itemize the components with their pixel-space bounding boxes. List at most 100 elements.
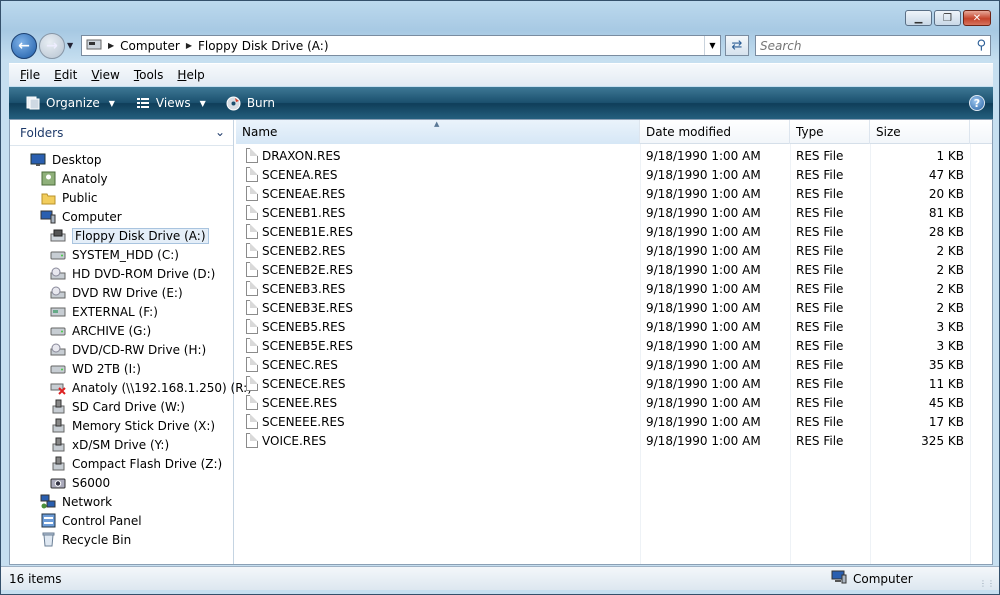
file-row[interactable]: SCENEB3E.RES 9/18/1990 1:00 AM RES File 2 K… [236,298,992,317]
file-icon [246,414,258,429]
search-input[interactable] [760,38,960,53]
user-folder-icon [40,171,56,187]
column-header-date-modified[interactable]: Date modified [640,120,790,144]
breadcrumb-computer[interactable]: Computer [120,39,180,53]
file-size-cell: 2 KB [936,243,964,258]
maximize-button[interactable]: ❐ [934,10,961,26]
views-button[interactable]: Views ▼ [127,92,214,114]
tree-item[interactable]: EXTERNAL (F:) [10,302,233,321]
external-drive-icon [50,304,66,320]
menu-tools[interactable]: Tools [129,66,169,84]
back-button[interactable]: ← [11,33,37,59]
file-name: SCENEA.RES [262,167,338,182]
status-bar: 16 items Computer ⋮⋮ [1,566,999,590]
tree-item[interactable]: DVD/CD-RW Drive (H:) [10,340,233,359]
tree-item[interactable]: SYSTEM_HDD (C:) [10,245,233,264]
tree-item[interactable]: WD 2TB (I:) [10,359,233,378]
recent-pages-dropdown[interactable]: ▼ [67,41,73,50]
tree-item-label: SYSTEM_HDD (C:) [72,247,179,262]
folders-header[interactable]: Folders ⌄ [10,120,233,146]
file-type-cell: RES File [796,186,844,201]
file-row[interactable]: SCENEB5E.RES 9/18/1990 1:00 AM RES File 3 K… [236,336,992,355]
file-row[interactable]: SCENEA.RES 9/18/1990 1:00 AM RES File 47 KB [236,165,992,184]
tree-item[interactable]: Memory Stick Drive (X:) [10,416,233,435]
file-row[interactable]: SCENEB2.RES 9/18/1990 1:00 AM RES File 2 KB [236,241,992,260]
file-row[interactable]: SCENEB3.RES 9/18/1990 1:00 AM RES File 2 KB [236,279,992,298]
tree-item[interactable]: DVD RW Drive (E:) [10,283,233,302]
address-bar[interactable]: ▶ Computer ▶ Floppy Disk Drive (A:) ▼ [81,35,721,56]
file-row[interactable]: SCENEEE.RES 9/18/1990 1:00 AM RES File 17 K… [236,412,992,431]
chevron-down-icon: ▼ [199,98,206,108]
breadcrumb-floppy[interactable]: Floppy Disk Drive (A:) [198,39,329,53]
close-button[interactable]: ✕ [963,10,991,26]
burn-button[interactable]: Burn [218,92,283,114]
control-panel-icon [40,513,56,529]
folder-icon [40,190,56,206]
file-row[interactable]: SCENEAE.RES 9/18/1990 1:00 AM RES File 20 K… [236,184,992,203]
tree-item[interactable]: Anatoly [10,169,233,188]
resize-grip-icon[interactable]: ⋮⋮ [979,579,995,588]
tree-item[interactable]: ARCHIVE (G:) [10,321,233,340]
file-name-cell: SCENEB3.RES [236,281,640,296]
file-name-cell: SCENEEE.RES [236,414,640,429]
tree-item[interactable]: xD/SM Drive (Y:) [10,435,233,454]
menu-edit[interactable]: Edit [49,66,82,84]
file-type-cell: RES File [796,281,844,296]
file-row[interactable]: VOICE.RES 9/18/1990 1:00 AM RES File 325 KB [236,431,992,450]
menu-view[interactable]: View [86,66,124,84]
forward-button[interactable]: → [39,33,65,59]
menu-file[interactable]: File [15,66,45,84]
breadcrumb-separator-icon[interactable]: ▶ [186,41,192,50]
tree-item-label: DVD/CD-RW Drive (H:) [72,342,207,357]
refresh-button[interactable]: ⇄ [725,35,749,56]
content-area: Folders ⌄ Desktop Anatoly Public Computer Fl… [9,119,993,565]
tree-item[interactable]: Public [10,188,233,207]
tree-item[interactable]: Control Panel [10,511,233,530]
file-row[interactable]: SCENEB5.RES 9/18/1990 1:00 AM RES File 3 KB [236,317,992,336]
search-box: ⚲ [755,35,991,56]
search-icon[interactable]: ⚲ [976,38,986,53]
help-icon[interactable]: ? [969,95,985,111]
chevron-down-icon[interactable]: ⌄ [215,125,225,139]
tree-item[interactable]: HD DVD-ROM Drive (D:) [10,264,233,283]
tree-item[interactable]: Floppy Disk Drive (A:) [10,226,233,245]
tree-item[interactable]: Anatoly (\\192.168.1.250) (R:) [10,378,252,397]
file-type-cell: RES File [796,338,844,353]
column-header-size[interactable]: Size [870,120,970,144]
tree-item-label: xD/SM Drive (Y:) [72,437,170,452]
tree-item[interactable]: Compact Flash Drive (Z:) [10,454,233,473]
file-type-cell: RES File [796,262,844,277]
card-reader-icon [50,437,66,453]
organize-button[interactable]: Organize ▼ [17,92,123,114]
drive-icon [86,37,102,54]
views-icon [135,95,151,111]
tree-item[interactable]: Network [10,492,233,511]
file-date-cell: 9/18/1990 1:00 AM [646,376,761,391]
tree-item[interactable]: SD Card Drive (W:) [10,397,233,416]
computer-icon [40,209,56,225]
file-row[interactable]: SCENECE.RES 9/18/1990 1:00 AM RES File 11 K… [236,374,992,393]
file-row[interactable]: SCENEB1E.RES 9/18/1990 1:00 AM RES File 28 … [236,222,992,241]
file-date-cell: 9/18/1990 1:00 AM [646,357,761,372]
file-name: SCENEB5.RES [262,319,346,334]
file-row[interactable]: SCENEC.RES 9/18/1990 1:00 AM RES File 35 KB [236,355,992,374]
breadcrumb-separator-icon[interactable]: ▶ [108,41,114,50]
address-dropdown-button[interactable]: ▼ [704,36,720,55]
tree-item-label: WD 2TB (I:) [72,361,141,376]
refresh-icon: ⇄ [731,38,743,53]
file-row[interactable]: DRAXON.RES 9/18/1990 1:00 AM RES File 1 KB [236,146,992,165]
file-size-cell: 20 KB [928,186,964,201]
menu-help[interactable]: Help [172,66,209,84]
file-row[interactable]: SCENEB2E.RES 9/18/1990 1:00 AM RES File 2 K… [236,260,992,279]
tree-item[interactable]: Recycle Bin [10,530,233,549]
file-type-cell: RES File [796,433,844,448]
address-row: ← → ▼ ▶ Computer ▶ Floppy Disk Drive (A:… [9,31,993,61]
tree-item[interactable]: Desktop [10,150,233,169]
tree-item[interactable]: Computer [10,207,233,226]
file-row[interactable]: SCENEB1.RES 9/18/1990 1:00 AM RES File 81 K… [236,203,992,222]
file-name-cell: SCENEB5.RES [236,319,640,334]
file-row[interactable]: SCENEE.RES 9/18/1990 1:00 AM RES File 45 KB [236,393,992,412]
tree-item[interactable]: S6000 [10,473,233,492]
column-header-type[interactable]: Type [790,120,870,144]
minimize-button[interactable]: ▁ [905,10,932,26]
